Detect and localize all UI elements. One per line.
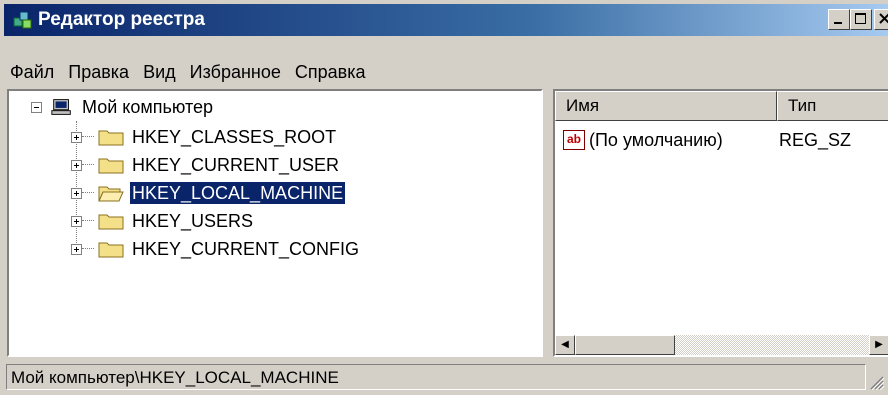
expand-icon[interactable]: [71, 159, 82, 171]
status-bar: Мой компьютер\HKEY_LOCAL_MACHINE: [4, 364, 888, 392]
tree-connector: [82, 164, 94, 166]
key-tree[interactable]: Мой компьютер HKEY_CLASSES_ROOT HKEY_CUR…: [7, 89, 543, 357]
menu-bar: Файл Правка Вид Избранное Справка: [4, 58, 374, 86]
tree-item-my-computer[interactable]: Мой компьютер: [31, 95, 215, 119]
maximize-icon: [855, 13, 866, 24]
close-button[interactable]: [874, 9, 888, 30]
folder-icon: [98, 242, 124, 258]
expand-icon[interactable]: [71, 215, 82, 227]
tree-item-hklm[interactable]: HKEY_LOCAL_MACHINE: [71, 181, 347, 205]
string-value-icon: ab: [563, 130, 585, 150]
menu-help[interactable]: Справка: [289, 58, 374, 86]
tree-connector: [82, 248, 94, 250]
menu-file[interactable]: Файл: [4, 58, 62, 86]
title-bar[interactable]: Редактор реестра: [4, 4, 888, 36]
open-folder-icon: [98, 186, 124, 202]
collapse-icon[interactable]: [31, 101, 42, 113]
scroll-left-button[interactable]: ◀: [555, 335, 575, 355]
status-path: Мой компьютер\HKEY_LOCAL_MACHINE: [6, 364, 866, 390]
registry-app-icon: [13, 11, 32, 29]
folder-icon: [98, 130, 124, 146]
tree-label-key-selected: HKEY_LOCAL_MACHINE: [128, 181, 347, 205]
maximize-button[interactable]: [850, 9, 872, 30]
value-type: REG_SZ: [779, 129, 852, 150]
resize-grip-icon[interactable]: [868, 374, 884, 390]
menu-favorites[interactable]: Избранное: [184, 58, 289, 86]
folder-icon: [98, 158, 124, 174]
expand-icon[interactable]: [71, 243, 82, 255]
expand-icon[interactable]: [71, 187, 82, 199]
scroll-thumb[interactable]: [575, 335, 675, 355]
menu-view[interactable]: Вид: [137, 58, 184, 86]
value-list[interactable]: Имя Тип ab (По умолчанию) REG_SZ ◀ ▶: [553, 89, 888, 357]
minimize-icon: [834, 22, 842, 24]
scroll-right-button[interactable]: ▶: [869, 335, 888, 355]
list-item[interactable]: ab (По умолчанию) REG_SZ: [563, 127, 851, 153]
tree-connector: [82, 220, 94, 222]
window-title: Редактор реестра: [38, 9, 205, 30]
list-header: Имя Тип: [555, 91, 888, 121]
tree-item-hkcc[interactable]: HKEY_CURRENT_CONFIG: [71, 237, 361, 261]
value-name: (По умолчанию): [589, 129, 723, 150]
regedit-window: Редактор реестра Файл Правка Вид Избранн…: [0, 0, 888, 395]
tree-item-hkcr[interactable]: HKEY_CLASSES_ROOT: [71, 125, 338, 149]
tree-label-key: HKEY_CURRENT_USER: [132, 155, 340, 175]
tree-connector: [82, 192, 94, 194]
horizontal-scrollbar[interactable]: ◀ ▶: [555, 335, 888, 355]
tree-label-key: HKEY_USERS: [132, 211, 254, 231]
tree-label-key: HKEY_CURRENT_CONFIG: [132, 239, 360, 259]
tree-item-hkcu[interactable]: HKEY_CURRENT_USER: [71, 153, 341, 177]
minimize-button[interactable]: [828, 9, 850, 30]
tree-item-hku[interactable]: HKEY_USERS: [71, 209, 255, 233]
computer-icon: [51, 99, 71, 115]
tree-label-root: Мой компьютер: [82, 97, 214, 117]
tree-connector: [82, 136, 94, 138]
tree-label-key: HKEY_CLASSES_ROOT: [132, 127, 337, 147]
column-header-name[interactable]: Имя: [555, 91, 777, 121]
close-icon: [879, 13, 888, 24]
column-header-type[interactable]: Тип: [777, 91, 888, 121]
expand-icon[interactable]: [71, 131, 82, 143]
folder-icon: [98, 214, 124, 230]
menu-edit[interactable]: Правка: [62, 58, 137, 86]
